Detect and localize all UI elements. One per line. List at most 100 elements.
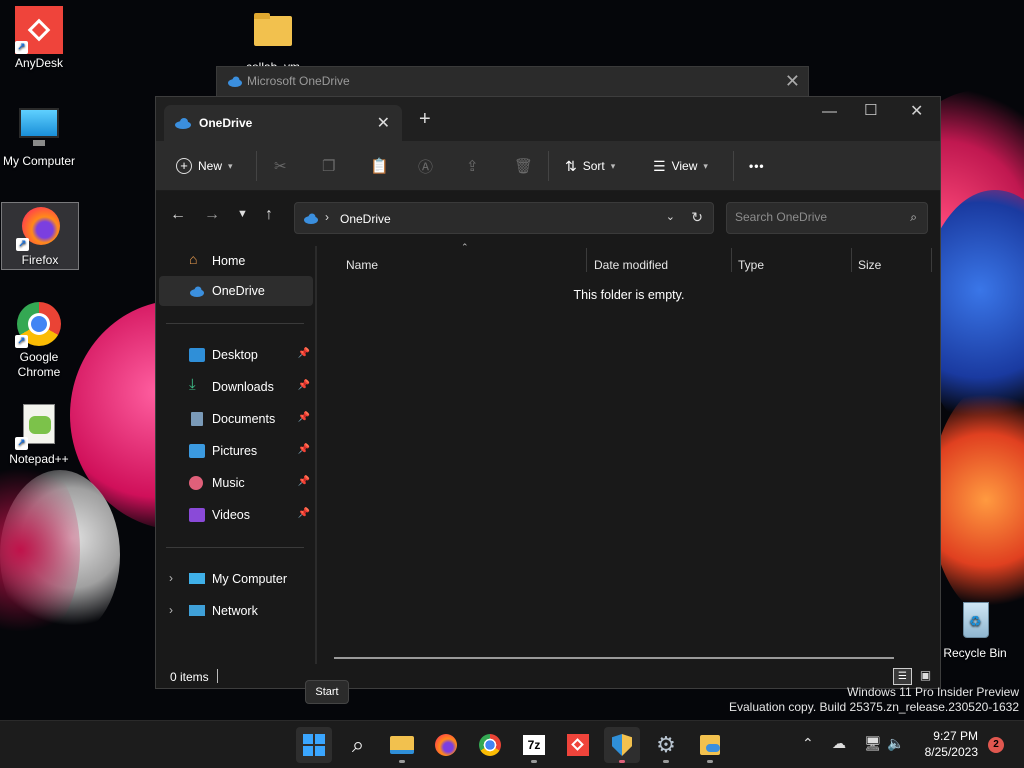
- column-header-date-modified[interactable]: Date modified: [594, 258, 668, 272]
- nav-item-my-computer[interactable]: › My Computer: [159, 564, 313, 594]
- view-button[interactable]: ☰ View ▾: [653, 154, 708, 178]
- item-count: 0 items: [170, 670, 209, 684]
- nav-item-label: My Computer: [212, 572, 288, 586]
- pin-icon[interactable]: 📌: [298, 444, 310, 455]
- desktop-icon-chrome[interactable]: ↗ Google Chrome: [0, 300, 78, 380]
- taskbar-anydesk[interactable]: [560, 727, 596, 763]
- column-divider[interactable]: [931, 248, 932, 272]
- back-button[interactable]: ←: [170, 206, 186, 224]
- navigation-pane: ⌂ Home OneDrive Desktop 📌 ⤓ Downloads 📌 …: [156, 246, 316, 666]
- onedrive-offline-icon[interactable]: ☁: [832, 735, 846, 752]
- start-button[interactable]: [296, 727, 332, 763]
- chevron-right-icon[interactable]: ›: [169, 571, 173, 585]
- desktop-icon-firefox[interactable]: ↗ Firefox: [1, 202, 79, 270]
- search-input[interactable]: [735, 210, 895, 224]
- breadcrumb[interactable]: OneDrive: [340, 212, 391, 226]
- paste-button[interactable]: 📋: [370, 154, 389, 178]
- copy-button[interactable]: ❐: [322, 154, 335, 178]
- nav-item-pictures[interactable]: Pictures 📌: [159, 436, 313, 466]
- nav-item-home[interactable]: ⌂ Home: [159, 246, 313, 276]
- desktop-icon-notepadpp[interactable]: ↗ Notepad++: [0, 402, 78, 467]
- nav-item-videos[interactable]: Videos 📌: [159, 500, 313, 530]
- nav-item-onedrive[interactable]: OneDrive: [159, 276, 313, 306]
- status-separator: [217, 669, 218, 683]
- share-button[interactable]: ⇪: [466, 154, 479, 178]
- taskbar-firefox[interactable]: [428, 727, 464, 763]
- sort-button[interactable]: ⇅ Sort ▾: [565, 154, 615, 178]
- taskbar-onedrive[interactable]: [692, 727, 728, 763]
- delete-button[interactable]: 🗑: [514, 154, 533, 178]
- command-bar: + New ▾ ✂ ❐ 📋 Ⓐ ⇪ 🗑 ⇅ Sort ▾ ☰ View ▾ ••…: [156, 141, 940, 191]
- windows-logo-icon: [303, 734, 325, 756]
- column-header-name[interactable]: Name: [346, 258, 378, 272]
- pin-icon[interactable]: 📌: [298, 508, 310, 519]
- volume-icon[interactable]: 🔈: [887, 735, 904, 752]
- more-options-button[interactable]: •••: [749, 154, 765, 178]
- nav-item-label: Videos: [212, 508, 250, 522]
- shield-icon: [612, 734, 632, 756]
- pin-icon[interactable]: 📌: [298, 412, 310, 423]
- tiles-view-icon[interactable]: ▣: [916, 668, 935, 685]
- close-icon[interactable]: ✕: [785, 71, 800, 92]
- recent-locations-button[interactable]: ▼: [237, 208, 248, 220]
- cut-button[interactable]: ✂: [274, 154, 287, 178]
- pin-icon[interactable]: 📌: [298, 380, 310, 391]
- new-tab-button[interactable]: +: [419, 108, 431, 131]
- column-divider[interactable]: [851, 248, 852, 272]
- desktop-icon-my-computer[interactable]: My Computer: [0, 104, 78, 169]
- tab-onedrive[interactable]: OneDrive ✕: [164, 105, 402, 141]
- nav-item-desktop[interactable]: Desktop 📌: [159, 340, 313, 370]
- taskbar-search-button[interactable]: ⌕: [340, 727, 376, 763]
- close-tab-icon[interactable]: ✕: [377, 113, 390, 133]
- nav-item-documents[interactable]: Documents 📌: [159, 404, 313, 434]
- maximize-button[interactable]: ☐: [864, 101, 877, 119]
- taskbar-chrome[interactable]: [472, 727, 508, 763]
- breadcrumb-chevron-icon: ›: [325, 210, 329, 224]
- notification-badge[interactable]: 2: [988, 737, 1004, 753]
- clock-date: 8/25/2023: [924, 745, 978, 759]
- horizontal-scrollbar[interactable]: [334, 657, 894, 659]
- forward-button[interactable]: →: [204, 206, 220, 224]
- desktop-icon-recycle-bin[interactable]: ♻ Recycle Bin: [936, 596, 1014, 661]
- search-box[interactable]: ⌕: [726, 202, 928, 234]
- divider: [166, 323, 304, 324]
- taskbar-windows-security[interactable]: [604, 727, 640, 763]
- up-button[interactable]: ↑: [265, 206, 273, 224]
- rename-icon: Ⓐ: [418, 158, 434, 176]
- column-divider[interactable]: [586, 248, 587, 272]
- refresh-icon[interactable]: ↻: [691, 209, 703, 226]
- address-bar[interactable]: › OneDrive ⌄ ↻: [294, 202, 714, 234]
- taskbar: ⌕ 7z ⚙ ⌃ ☁ 🖥 🔈 9:27 PM 8/25/2023 2: [0, 720, 1024, 768]
- pin-icon[interactable]: 📌: [298, 476, 310, 487]
- nav-item-label: Documents: [212, 412, 276, 426]
- nav-item-music[interactable]: Music 📌: [159, 468, 313, 498]
- taskbar-7zip[interactable]: 7z: [516, 727, 552, 763]
- chevron-down-icon: ▾: [703, 160, 708, 171]
- taskbar-file-explorer[interactable]: [384, 727, 420, 763]
- taskbar-settings[interactable]: ⚙: [648, 727, 684, 763]
- music-icon: [189, 476, 203, 490]
- desktop-icon-anydesk[interactable]: ↗ AnyDesk: [0, 6, 78, 71]
- rename-button[interactable]: Ⓐ: [418, 154, 433, 178]
- sort-icon: ⇅: [565, 157, 577, 174]
- new-button[interactable]: + New ▾: [176, 154, 233, 178]
- chevron-right-icon[interactable]: ›: [169, 603, 173, 617]
- column-header-type[interactable]: Type: [738, 258, 764, 272]
- show-hidden-icons-chevron-icon[interactable]: ⌃: [802, 735, 814, 752]
- nav-item-network[interactable]: › Network: [159, 596, 313, 626]
- close-button[interactable]: ✕: [910, 101, 923, 121]
- network-icon[interactable]: 🖥: [864, 735, 882, 752]
- column-divider[interactable]: [731, 248, 732, 272]
- navigation-scrollbar[interactable]: [315, 246, 317, 664]
- column-header-size[interactable]: Size: [858, 258, 881, 272]
- pin-icon[interactable]: 📌: [298, 348, 310, 359]
- nav-item-label: OneDrive: [212, 284, 265, 298]
- taskbar-clock[interactable]: 9:27 PM 8/25/2023: [925, 728, 978, 760]
- chevron-down-icon[interactable]: ⌄: [666, 210, 675, 223]
- nav-item-downloads[interactable]: ⤓ Downloads 📌: [159, 372, 313, 402]
- minimize-button[interactable]: —: [822, 103, 837, 120]
- sort-ascending-icon: ⌃: [461, 242, 469, 252]
- folder-icon: [390, 736, 414, 754]
- details-view-icon[interactable]: ☰: [893, 668, 912, 685]
- cloud-icon: [175, 118, 191, 129]
